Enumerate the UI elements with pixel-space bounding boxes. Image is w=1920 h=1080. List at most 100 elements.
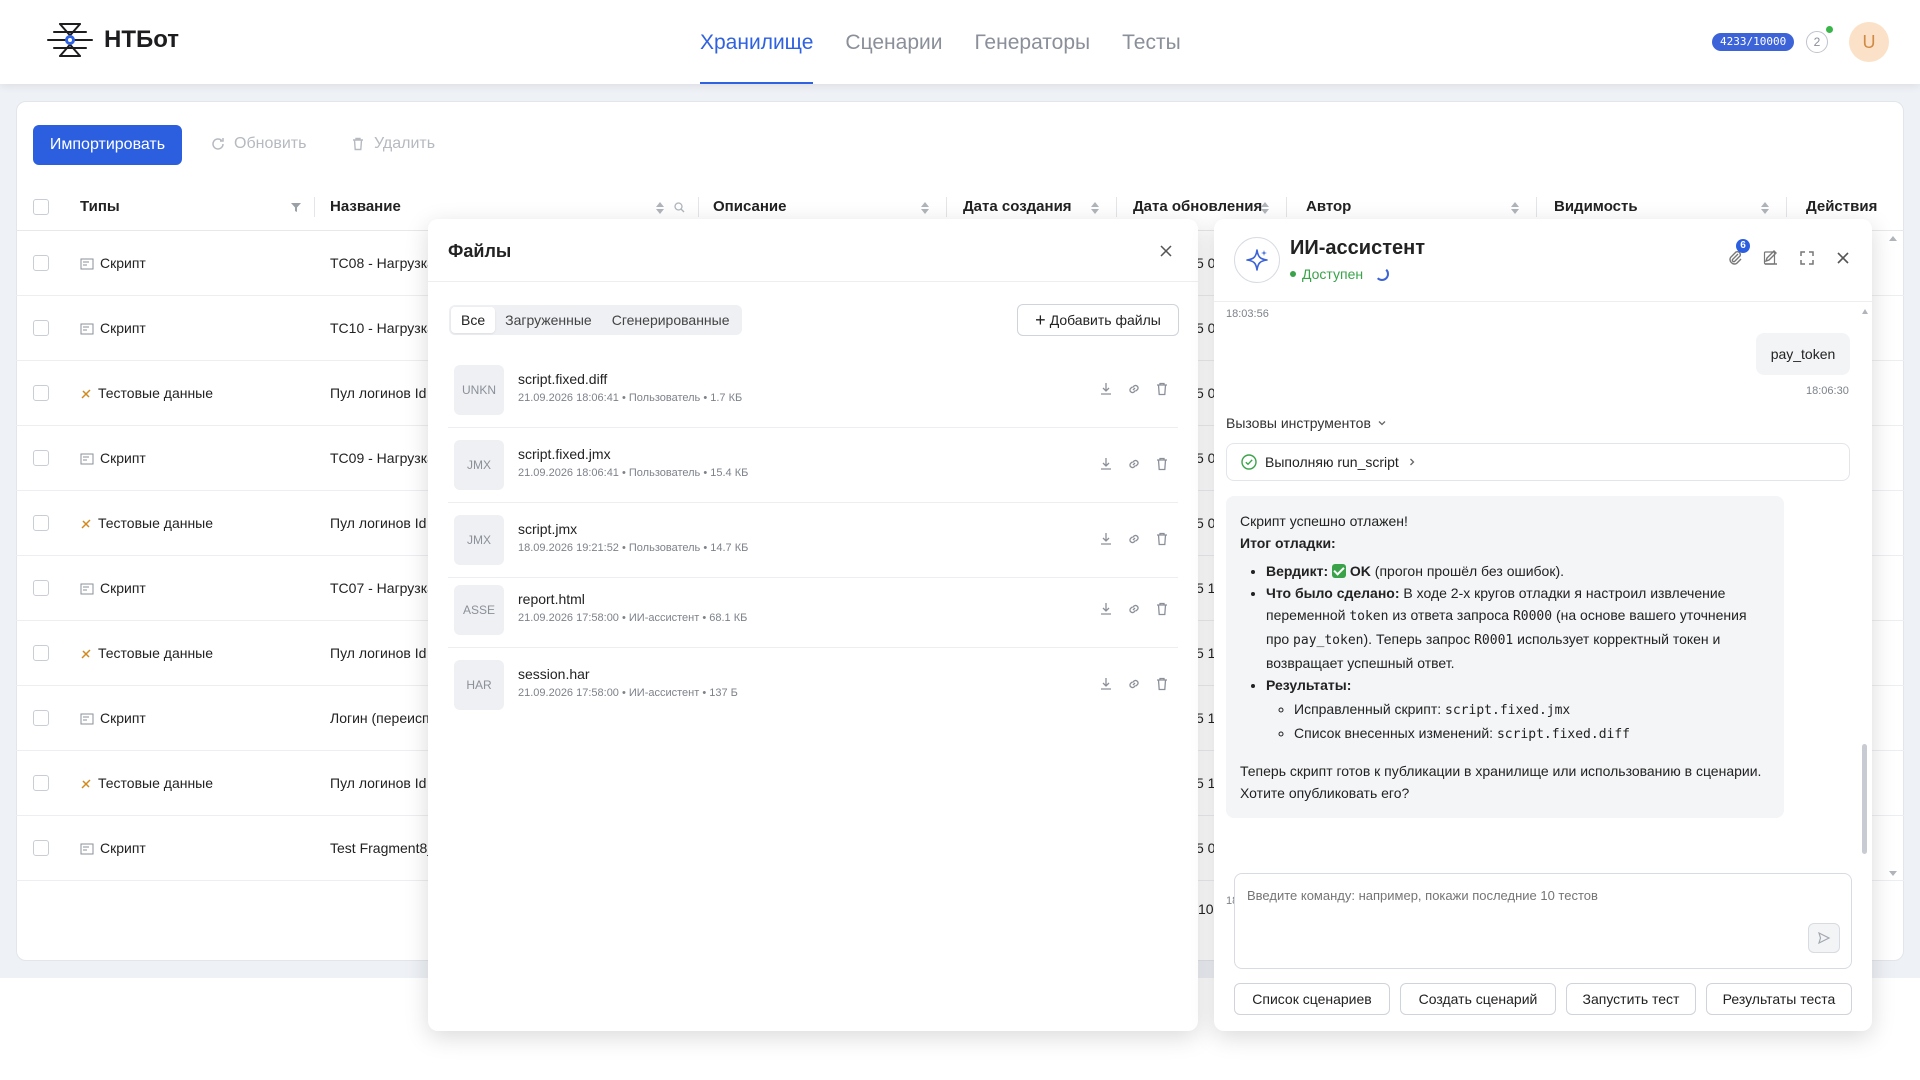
filter-icon[interactable] [290,201,302,213]
tool-call-item[interactable]: Выполняю run_script [1226,443,1850,481]
add-files-label: Добавить файлы [1049,312,1161,328]
row-checkbox[interactable] [33,580,49,596]
table-scrollbar[interactable] [1888,236,1898,876]
download-icon[interactable] [1098,381,1114,397]
trash-icon[interactable] [1154,381,1170,397]
trash-icon[interactable] [1154,676,1170,692]
file-name[interactable]: script.jmx [518,521,577,537]
refresh-button[interactable]: Обновить [210,135,306,153]
expand-icon[interactable] [1798,249,1816,267]
header-types[interactable]: Типы [80,183,120,231]
row-checkbox[interactable] [33,645,49,661]
row-name[interactable]: TC07 - Нагрузка [330,556,435,621]
download-icon[interactable] [1098,601,1114,617]
sort-icon[interactable] [1761,202,1769,214]
row-name[interactable]: Пул логинов Id [330,751,426,816]
trash-icon [353,137,363,151]
search-icon[interactable] [674,202,685,213]
message-time: 18:06:30 [1806,385,1849,397]
logo[interactable]: НТБот [44,18,179,62]
column-separator [314,197,315,217]
row-name[interactable]: Пул логинов Id [330,621,426,686]
file-actions [1098,676,1170,692]
sort-icon[interactable] [656,202,664,214]
sort-icon[interactable] [1511,202,1519,214]
nav-tests[interactable]: Тесты [1122,0,1181,84]
nav-generators[interactable]: Генераторы [974,0,1090,84]
close-icon[interactable] [1158,243,1174,259]
row-checkbox[interactable] [33,710,49,726]
row-checkbox[interactable] [33,385,49,401]
sort-icon[interactable] [1261,202,1269,214]
trash-icon[interactable] [1154,531,1170,547]
file-row[interactable]: UNKN script.fixed.diff 21.09.2026 18:06:41… [448,353,1178,428]
row-checkbox[interactable] [33,840,49,856]
trash-icon[interactable] [1154,456,1170,472]
row-name[interactable]: TC09 - Нагрузка [330,426,435,491]
assistant-message: Скрипт успешно отлажен! Итог отладки: Ве… [1226,496,1784,818]
add-files-button[interactable]: + Добавить файлы [1017,304,1179,336]
header-name[interactable]: Название [330,183,401,231]
download-icon[interactable] [1098,676,1114,692]
file-name[interactable]: script.fixed.diff [518,371,607,387]
link-icon[interactable] [1126,676,1142,692]
message-time: 18:03:56 [1226,308,1269,320]
results-list: Исправленный скрипт: script.fixed.jmx Сп… [1294,698,1770,746]
tool-calls-toggle[interactable]: Вызовы инструментов [1226,415,1387,431]
tab-all[interactable]: Все [451,307,496,333]
close-icon[interactable] [1834,249,1852,267]
chevron-down-icon [1378,421,1386,426]
pagination-fragment[interactable]: 10 [1198,901,1214,917]
row-name[interactable]: TC08 - Нагрузка [330,231,435,296]
tab-uploaded[interactable]: Загруженные [495,307,602,333]
file-name[interactable]: script.fixed.jmx [518,446,611,462]
import-button[interactable]: Импортировать [33,125,182,165]
row-name[interactable]: Пул логинов Id [330,491,426,556]
quick-action-create-scenario[interactable]: Создать сценарий [1400,983,1556,1015]
link-icon[interactable] [1126,601,1142,617]
quick-action-run-test[interactable]: Запустить тест [1566,983,1696,1015]
file-row[interactable]: JMX script.jmx 18.09.2026 19:21:52 • Польз… [448,503,1178,578]
loading-spinner-icon [1375,267,1390,281]
chat-scrollbar-thumb[interactable] [1862,744,1867,854]
row-name[interactable]: Логин (переисп [330,686,430,751]
file-name[interactable]: session.har [518,666,590,682]
quick-action-scenario-list[interactable]: Список сценариев [1234,983,1390,1015]
command-input[interactable] [1234,873,1852,969]
sort-icon[interactable] [921,202,929,214]
tool-calls-label: Вызовы инструментов [1226,415,1371,431]
file-row[interactable]: ASSE report.html 21.09.2026 17:58:00 • ИИ-… [448,573,1178,648]
link-icon[interactable] [1126,456,1142,472]
link-icon[interactable] [1126,531,1142,547]
tab-generated[interactable]: Сгенерированные [602,307,740,333]
file-actions [1098,601,1170,617]
code-filename: script.fixed.diff [1496,727,1631,742]
delete-button[interactable]: Удалить [350,135,435,153]
file-row[interactable]: JMX script.fixed.jmx 21.09.2026 18:06:41 •… [448,428,1178,503]
row-name[interactable]: Пул логинов Id [330,361,426,426]
row-checkbox[interactable] [33,450,49,466]
row-name[interactable]: TC10 - Нагрузка [330,296,435,361]
row-checkbox[interactable] [33,775,49,791]
row-checkbox[interactable] [33,515,49,531]
attachments-button[interactable]: 6 [1726,239,1750,267]
quick-action-test-results[interactable]: Результаты теста [1706,983,1852,1015]
sort-icon[interactable] [1091,202,1099,214]
row-checkbox[interactable] [33,320,49,336]
file-name[interactable]: report.html [518,591,585,607]
send-button[interactable] [1808,923,1840,953]
download-icon[interactable] [1098,531,1114,547]
file-row[interactable]: HAR session.har 21.09.2026 17:58:00 • ИИ-а… [448,648,1178,723]
column-separator [698,197,699,217]
row-checkbox[interactable] [33,255,49,271]
download-icon[interactable] [1098,456,1114,472]
edit-icon[interactable] [1762,249,1780,267]
nav-scenarios[interactable]: Сценарии [845,0,942,84]
notifications-button[interactable]: 2 [1806,31,1828,53]
trash-icon[interactable] [1154,601,1170,617]
avatar[interactable]: U [1849,22,1889,62]
row-name[interactable]: Test Fragment8_ [330,816,435,881]
select-all-checkbox[interactable] [33,199,49,215]
link-icon[interactable] [1126,381,1142,397]
nav-storage[interactable]: Хранилище [700,0,814,84]
